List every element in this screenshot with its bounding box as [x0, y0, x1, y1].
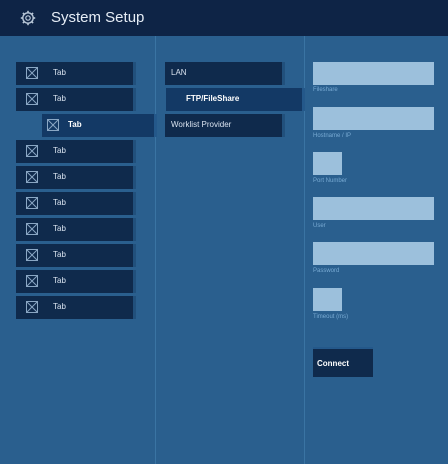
tab-2[interactable]: Tab — [16, 88, 136, 111]
fileshare-label: Fileshare — [313, 87, 338, 93]
password-label: Password — [313, 268, 340, 274]
placeholder-image-icon — [47, 119, 59, 131]
tab-label: Tab — [53, 276, 66, 285]
placeholder-image-icon — [26, 301, 38, 313]
tab-label: Tab — [53, 146, 66, 155]
tab-label: Tab — [53, 250, 66, 259]
port-number-field[interactable] — [313, 152, 342, 175]
subtab-label: LAN — [171, 68, 187, 77]
tab-label: Tab — [53, 224, 66, 233]
hostname-field[interactable] — [313, 107, 434, 130]
tab-5[interactable]: Tab — [16, 166, 136, 189]
tab-10[interactable]: Tab — [16, 296, 136, 319]
column-divider — [155, 36, 156, 464]
tab-label: Tab — [53, 94, 66, 103]
tab-9[interactable]: Tab — [16, 270, 136, 293]
user-field[interactable] — [313, 197, 434, 220]
hostname-label: Hostname / IP — [313, 133, 352, 139]
placeholder-image-icon — [26, 93, 38, 105]
tab-1[interactable]: Tab — [16, 62, 136, 85]
placeholder-image-icon — [26, 275, 38, 287]
subtab-worklist-provider[interactable]: Worklist Provider — [165, 114, 285, 137]
tab-label: Tab — [53, 172, 66, 181]
tab-3-selected[interactable]: Tab — [42, 114, 157, 137]
gear-icon[interactable] — [20, 10, 36, 26]
placeholder-image-icon — [26, 249, 38, 261]
connect-button[interactable]: Connect — [313, 347, 373, 377]
fileshare-field[interactable] — [313, 62, 434, 85]
placeholder-image-icon — [26, 171, 38, 183]
placeholder-image-icon — [26, 223, 38, 235]
placeholder-image-icon — [26, 197, 38, 209]
tab-8[interactable]: Tab — [16, 244, 136, 267]
subtab-label: Worklist Provider — [171, 120, 232, 129]
password-field[interactable] — [313, 242, 434, 265]
timeout-label: Timeout (ms) — [313, 314, 349, 320]
tab-6[interactable]: Tab — [16, 192, 136, 215]
tab-label: Tab — [68, 120, 82, 129]
tab-7[interactable]: Tab — [16, 218, 136, 241]
timeout-field[interactable] — [313, 288, 342, 311]
page-title: System Setup — [51, 9, 145, 26]
subtab-label: FTP/FileShare — [186, 94, 240, 103]
title-bar: System Setup — [0, 0, 448, 36]
tab-label: Tab — [53, 198, 66, 207]
tab-label: Tab — [53, 68, 66, 77]
tab-4[interactable]: Tab — [16, 140, 136, 163]
port-number-label: Port Number — [313, 178, 348, 184]
user-label: User — [313, 223, 326, 229]
subtab-ftp-fileshare[interactable]: FTP/FileShare — [166, 88, 305, 111]
placeholder-image-icon — [26, 145, 38, 157]
tab-label: Tab — [53, 302, 66, 311]
placeholder-image-icon — [26, 67, 38, 79]
subtab-lan[interactable]: LAN — [165, 62, 285, 85]
